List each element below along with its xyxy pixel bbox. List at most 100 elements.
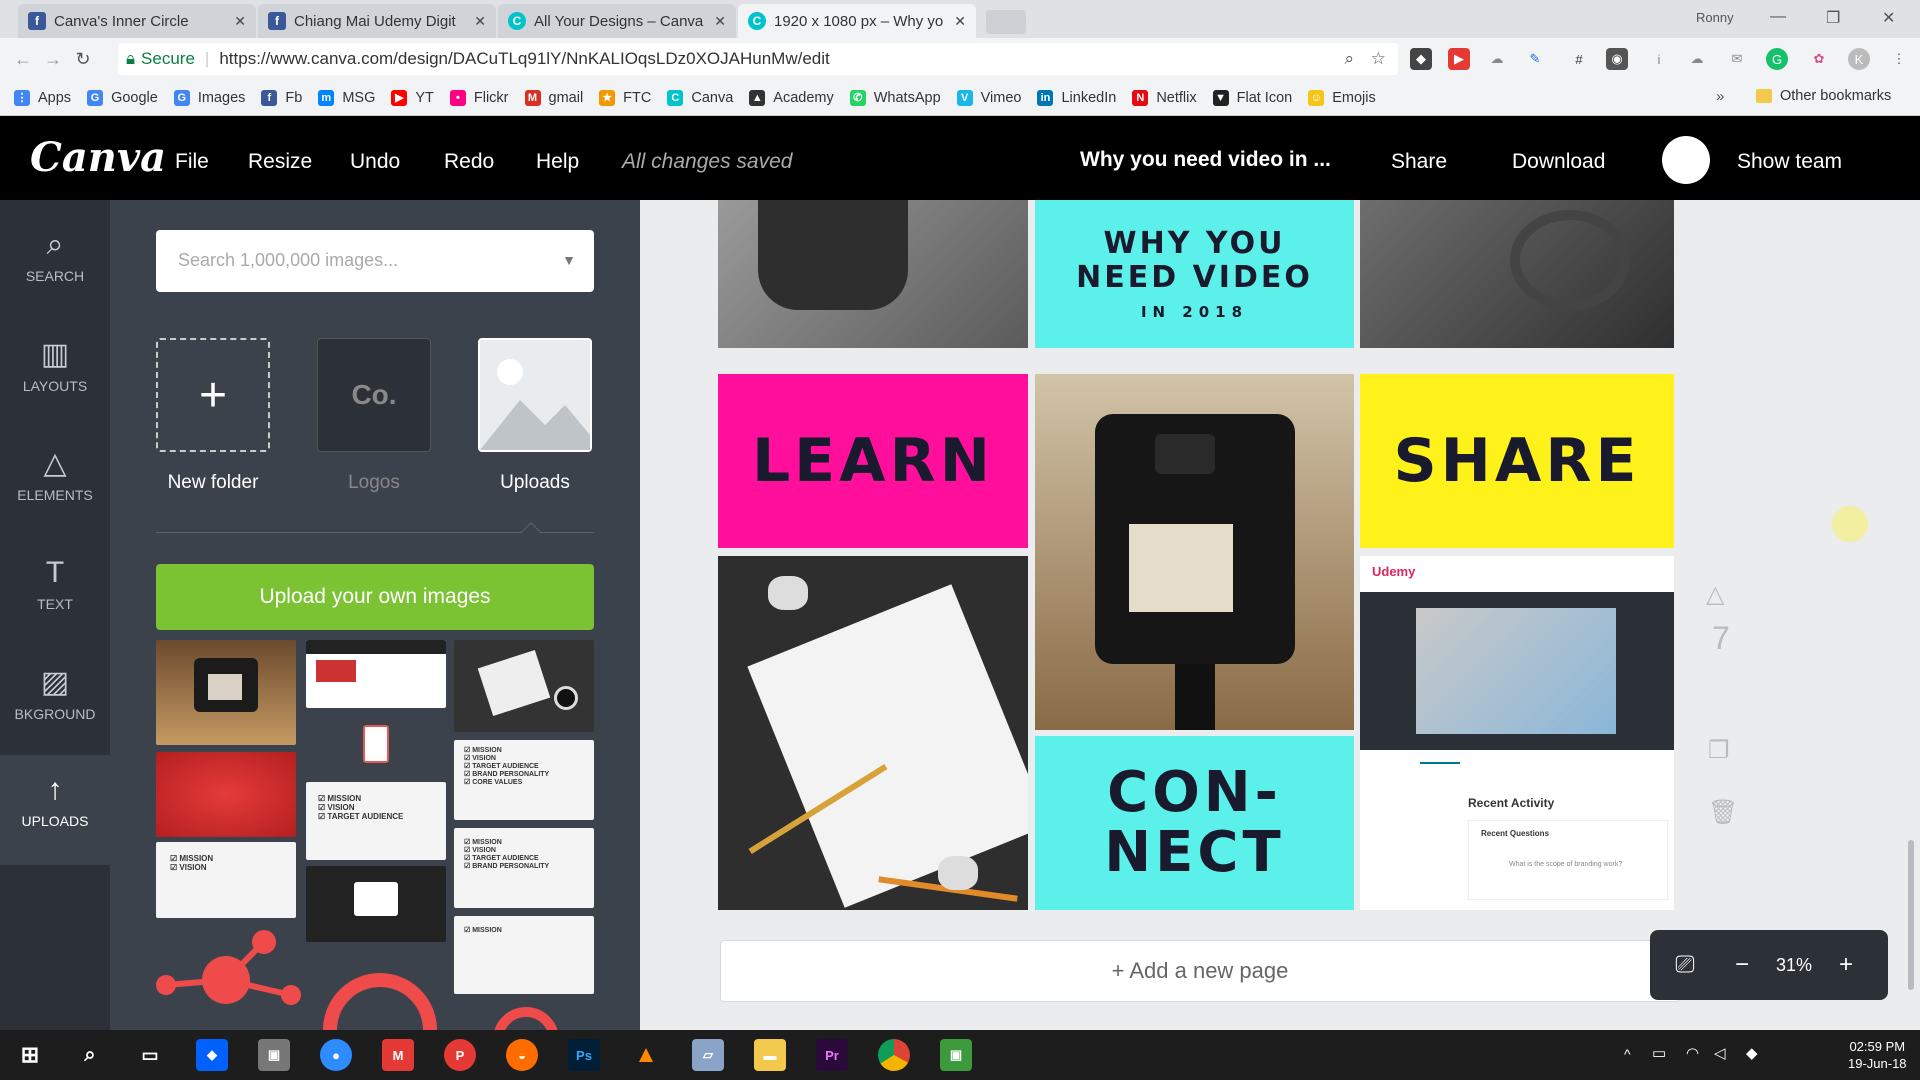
canva-logo[interactable]: Canva [30,134,166,181]
browser-tab[interactable]: f Chiang Mai Udemy Digit ✕ [258,4,496,38]
chrome-icon[interactable] [878,1039,910,1071]
bookmark-item[interactable]: ▶ YT [391,89,434,106]
minimize-icon[interactable]: — [1770,8,1786,26]
dropbox-tray-icon[interactable]: ◆ [1746,1044,1758,1062]
paper-pencil-tile[interactable] [718,556,1028,910]
udemy-screenshot-tile[interactable]: Udemy Recent Activity Recent Questions W… [1360,556,1674,910]
file-explorer-icon[interactable]: ▬ [754,1039,786,1071]
close-icon[interactable]: ✕ [234,13,246,30]
rail-search[interactable]: ⌕ SEARCH [0,228,110,284]
cloud-icon[interactable]: ☁ [1486,48,1508,70]
download-button[interactable]: Download [1512,150,1605,174]
upload-thumbnail[interactable]: ☑ MISSION ☑ VISION ☑ TARGET AUDIENCE [306,782,446,860]
rail-background[interactable]: ▨ BKGROUND [0,665,110,722]
bookmark-item[interactable]: G Google [87,89,158,106]
bookmark-item[interactable]: C Canva [667,89,733,106]
rail-elements[interactable]: △ ELEMENTS [0,446,110,503]
grammarly-icon[interactable]: G [1766,48,1788,70]
upload-images-button[interactable]: Upload your own images [156,564,594,630]
clock[interactable]: 02:59 PM 19-Jun-18 [1848,1038,1907,1072]
zoom-search-icon[interactable]: ⌕ [1344,49,1354,69]
other-bookmarks[interactable]: Other bookmarks [1756,88,1891,104]
scrollbar[interactable] [1908,840,1914,990]
menu-undo[interactable]: Undo [350,150,400,174]
menu-dots-icon[interactable]: ⋮ [1888,48,1910,70]
app-icon[interactable]: ◒ [506,1039,538,1071]
share-tile[interactable]: SHARE [1360,374,1674,548]
dropbox-icon[interactable]: ◆ [196,1039,228,1071]
logos-folder[interactable]: Co. [317,338,431,452]
trash-icon[interactable]: 🗑︎ [1708,798,1738,827]
wifi-icon[interactable]: ◠ [1686,1044,1699,1062]
present-icon[interactable]: ⎚ [1650,951,1720,979]
youtube-ext-icon[interactable]: ▶ [1448,48,1470,70]
forward-icon[interactable]: → [38,49,68,70]
bookmark-item[interactable]: m MSG [318,89,375,106]
menu-file[interactable]: File [175,150,209,174]
menu-resize[interactable]: Resize [248,150,312,174]
pen-icon[interactable]: ✎ [1524,48,1546,70]
zoom-level[interactable]: 31% [1764,955,1824,976]
menu-redo[interactable]: Redo [444,150,494,174]
volume-icon[interactable]: ◁ [1714,1044,1726,1062]
browser-tab-active[interactable]: C 1920 x 1080 px – Why yo ✕ [738,4,976,38]
search-input[interactable]: Search 1,000,000 images... ▼ [156,230,594,292]
menu-help[interactable]: Help [536,150,579,174]
restore-icon[interactable]: ❐ [1826,8,1840,28]
copy-page-icon[interactable]: ❐ [1708,736,1730,765]
bookmark-item[interactable]: Mgmail [524,89,583,106]
app-icon[interactable]: ▱ [692,1039,724,1071]
add-new-page-button[interactable]: + Add a new page [720,940,1680,1002]
share-button[interactable]: Share [1391,150,1447,174]
rail-layouts[interactable]: ▥ LAYOUTS [0,337,110,394]
close-window-icon[interactable]: ✕ [1882,8,1895,28]
uploads-folder[interactable] [478,338,592,452]
close-icon[interactable]: ✕ [714,13,726,30]
learn-tile[interactable]: LEARN [718,374,1028,548]
cloud-sync-icon[interactable]: ☁ [1686,48,1708,70]
bookmark-item[interactable]: ★ FTC [599,89,651,106]
task-view-icon[interactable]: ▭ [134,1039,166,1071]
bookmark-item[interactable]: ✆ WhatsApp [849,89,941,106]
upload-thumbnail[interactable]: ☑ MISSION ☑ VISION ☑ TARGET AUDIENCE ☑ B… [454,740,594,820]
back-icon[interactable]: ← [8,49,38,70]
headline-tile[interactable]: WHY YOU NEED VIDEO IN 2018 [1035,200,1354,348]
zoom-out-button[interactable]: − [1720,951,1764,979]
upload-thumbnail[interactable] [156,752,296,837]
info-icon[interactable]: i [1648,48,1670,70]
bookmark-item[interactable]: ☺ Emojis [1308,89,1376,106]
rail-uploads[interactable]: ↑ UPLOADS [0,755,110,865]
gmail-app-icon[interactable]: M [382,1039,414,1071]
battery-icon[interactable]: ▭ [1652,1044,1666,1062]
extension-icon[interactable]: ✿ [1808,48,1830,70]
zoom-in-button[interactable]: + [1824,951,1868,979]
close-icon[interactable]: ✕ [474,13,486,30]
reload-icon[interactable]: ↻ [68,49,98,70]
browser-tab[interactable]: C All Your Designs – Canva ✕ [498,4,736,38]
bookmark-item[interactable]: ⋮ Apps [14,89,71,106]
photo-tile-hands[interactable] [1360,200,1674,348]
premiere-icon[interactable]: Pr [816,1039,848,1071]
inbox-icon[interactable]: ✉ [1726,48,1748,70]
upload-thumbnail[interactable] [454,640,594,732]
browser-tab[interactable]: f Canva's Inner Circle ✕ [18,4,256,38]
windows-start-icon[interactable]: ⊞ [14,1039,46,1071]
zoom-app-icon[interactable]: ● [320,1039,352,1071]
vlc-icon[interactable]: ▲ [630,1039,662,1071]
chevron-down-icon[interactable]: ▼ [562,252,576,268]
rail-text[interactable]: T TEXT [0,556,110,612]
url-input[interactable]: 🔒︎ Secure | https://www.canva.com/design… [118,43,1398,75]
bookmark-item[interactable]: in LinkedIn [1037,89,1116,106]
tray-chevron-icon[interactable]: ^ [1624,1046,1631,1062]
new-folder-button[interactable]: + [156,338,270,452]
upload-thumbnail[interactable] [306,866,446,942]
photoshop-icon[interactable]: Ps [568,1039,600,1071]
upload-thumbnail[interactable] [306,640,446,708]
upload-thumbnail[interactable]: ☑ MISSION [454,916,594,994]
connect-tile[interactable]: CON- NECT [1035,736,1354,910]
app-icon[interactable]: ▣ [940,1039,972,1071]
bookmark-item[interactable]: V Vimeo [956,89,1021,106]
new-tab-button[interactable] [986,10,1026,34]
close-icon[interactable]: ✕ [954,13,966,30]
bookmark-item[interactable]: G Images [173,89,245,106]
